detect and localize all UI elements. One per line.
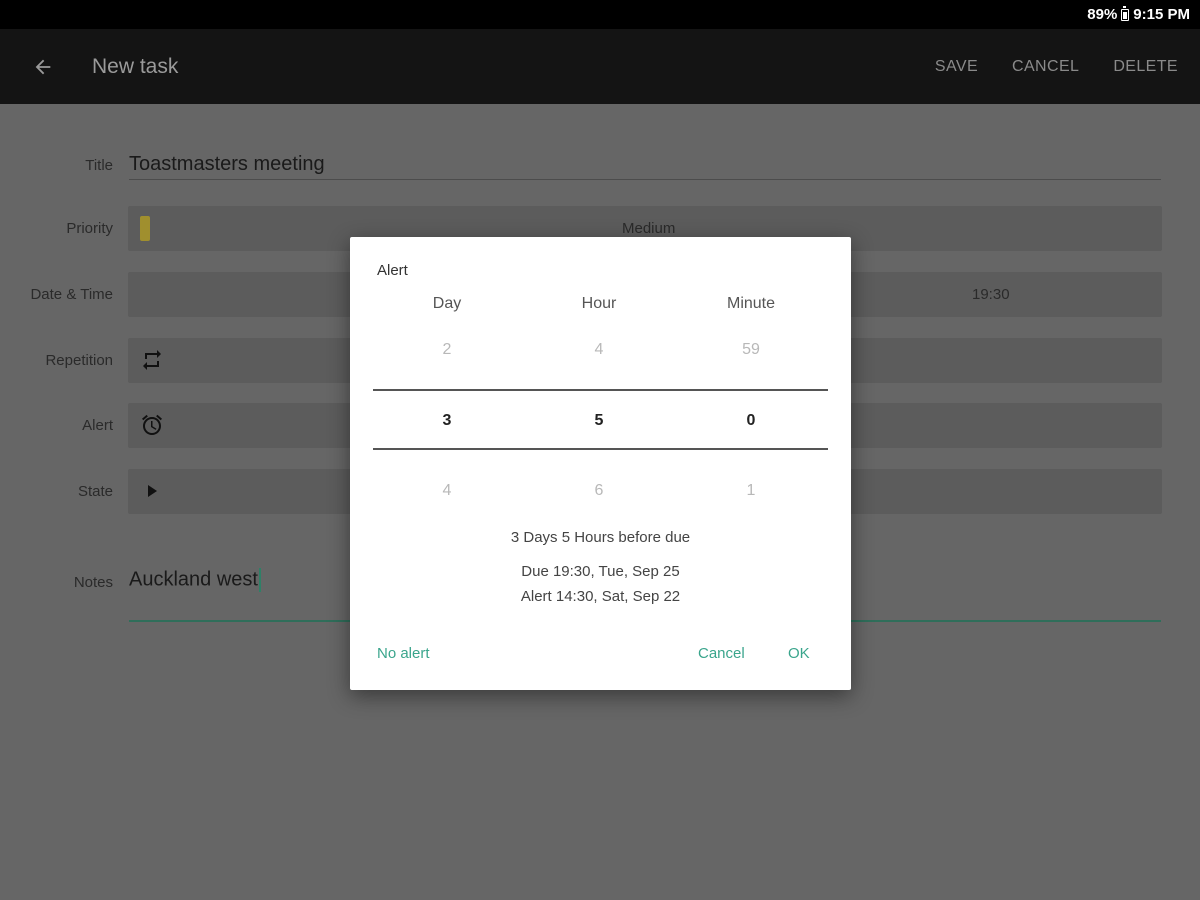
cancel-button[interactable]: CANCEL xyxy=(1012,58,1079,76)
play-icon xyxy=(140,479,164,503)
save-button[interactable]: SAVE xyxy=(935,58,978,76)
time-value: 19:30 xyxy=(972,286,1010,303)
repeat-icon xyxy=(140,348,164,372)
priority-value: Medium xyxy=(622,220,676,237)
due-datetime: Due 19:30, Tue, Sep 25 xyxy=(521,563,680,580)
day-picker-selected[interactable]: 3 xyxy=(387,412,507,430)
priority-color-marker xyxy=(140,216,150,241)
priority-label: Priority xyxy=(66,220,113,237)
app-bar: New task SAVE CANCEL DELETE xyxy=(0,29,1200,104)
minute-picker-above[interactable]: 59 xyxy=(691,341,811,359)
alert-dialog: Alert Day Hour Minute 2 4 59 3 5 0 4 6 1… xyxy=(350,237,851,690)
notes-input[interactable]: Auckland west xyxy=(129,568,261,592)
minute-picker-selected[interactable]: 0 xyxy=(691,412,811,430)
status-time: 9:15 PM xyxy=(1133,6,1190,23)
alert-label: Alert xyxy=(82,417,113,434)
battery-icon xyxy=(1121,5,1130,21)
dialog-ok-button[interactable]: OK xyxy=(788,645,810,662)
dialog-cancel-button[interactable]: Cancel xyxy=(698,645,745,662)
text-cursor xyxy=(258,568,261,592)
no-alert-button[interactable]: No alert xyxy=(377,645,430,662)
hour-picker-below[interactable]: 6 xyxy=(539,482,659,500)
day-picker-above[interactable]: 2 xyxy=(387,341,507,359)
day-picker-below[interactable]: 4 xyxy=(387,482,507,500)
dialog-title: Alert xyxy=(377,262,408,279)
title-input[interactable]: Toastmasters meeting xyxy=(129,153,325,176)
hour-picker-above[interactable]: 4 xyxy=(539,341,659,359)
page-title: New task xyxy=(92,54,179,78)
notes-label: Notes xyxy=(73,574,113,591)
alert-datetime: Alert 14:30, Sat, Sep 22 xyxy=(520,588,681,605)
picker-selection-bottom-line xyxy=(373,448,828,450)
notes-value: Auckland west xyxy=(129,568,258,591)
alarm-clock-icon xyxy=(140,413,164,437)
day-column-header: Day xyxy=(432,295,462,312)
datetime-label: Date & Time xyxy=(30,286,113,303)
repetition-label: Repetition xyxy=(45,352,113,369)
delete-button[interactable]: DELETE xyxy=(1113,58,1178,76)
picker-selection-top-line xyxy=(373,389,828,391)
status-bar: 89% 9:15 PM xyxy=(0,0,1200,29)
minute-column-header: Minute xyxy=(726,295,776,312)
toolbar-actions: SAVE CANCEL DELETE xyxy=(935,58,1178,76)
title-label: Title xyxy=(85,157,113,174)
battery-percent: 89% xyxy=(1087,6,1118,23)
hour-picker-selected[interactable]: 5 xyxy=(539,412,659,430)
alert-summary: 3 Days 5 Hours before due xyxy=(510,529,691,546)
minute-picker-below[interactable]: 1 xyxy=(691,482,811,500)
back-arrow-icon[interactable] xyxy=(28,52,58,82)
hour-column-header: Hour xyxy=(581,295,617,312)
title-underline xyxy=(129,179,1161,180)
state-label: State xyxy=(77,483,113,500)
